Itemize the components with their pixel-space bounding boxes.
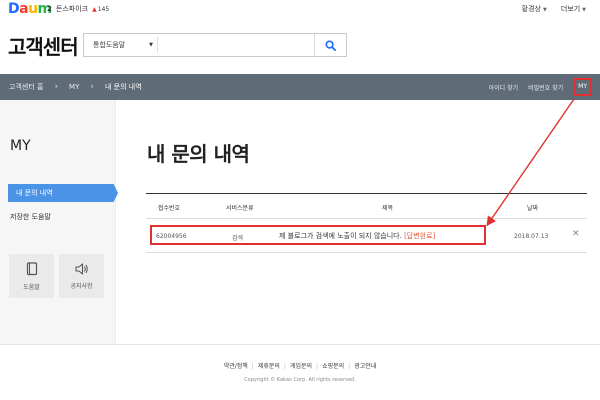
speaker-icon <box>74 262 88 275</box>
realtime-rank[interactable]: 2 돈스파이크 ▲145 <box>47 4 109 14</box>
sidebar: MY 내 문의 내역 저장한 도움말 도움말 공지사항 <box>0 100 118 344</box>
footer-link-shopping[interactable]: 쇼핑문의 <box>322 363 344 370</box>
more-label: 더보기 <box>560 5 581 13</box>
footer-link-game[interactable]: 게임문의 <box>290 363 312 370</box>
delete-icon[interactable]: ✕ <box>572 229 580 239</box>
notice-card-label: 공지사항 <box>70 282 93 290</box>
profile-name: 황경상 <box>521 5 541 13</box>
inquiry-title-text: 제 블로그가 검색에 노출이 되지 않습니다. <box>279 232 402 240</box>
search-scope-select[interactable]: 통합도움말 ▼ <box>84 34 157 56</box>
logo-letter: a <box>19 1 29 17</box>
rank-keyword: 돈스파이크 <box>55 5 89 13</box>
rank-change: 145 <box>97 6 110 13</box>
inquiry-service: 검색 <box>232 235 244 242</box>
footer-links: 약관/정책 | 제휴문의 | 게임문의 | 쇼핑문의 | 광고안내 <box>223 363 377 370</box>
my-link[interactable]: MY <box>573 78 592 96</box>
rank-up-icon: ▲ <box>92 6 97 13</box>
chevron-down-icon: ▼ <box>149 42 153 48</box>
help-card[interactable]: 도움말 <box>9 254 54 298</box>
top-right-menu: 황경상 ▼ 더보기 ▼ <box>522 4 586 14</box>
find-password-link[interactable]: 비밀번호 찾기 <box>528 83 563 92</box>
book-icon <box>26 261 37 275</box>
more-menu[interactable]: 더보기 ▼ <box>561 4 586 14</box>
search-button[interactable] <box>314 34 346 56</box>
breadcrumb: 고객센터 홈 › MY › 내 문의 내역 <box>9 74 142 100</box>
daum-logo[interactable]: Daum <box>8 1 52 17</box>
breadcrumb-current: 내 문의 내역 <box>104 83 142 91</box>
logo-letter: u <box>28 1 38 17</box>
column-header: 날짜 <box>527 205 539 212</box>
nav-bar: 고객센터 홈 › MY › 내 문의 내역 아이디 찾기 비밀번호 찾기 MY <box>0 74 600 100</box>
inquiry-status: [답변완료] <box>404 232 436 240</box>
profile-menu[interactable]: 황경상 ▼ <box>522 4 547 14</box>
table-header: 접수번호 서비스분류 제목 날짜 <box>146 193 587 219</box>
inquiry-id: 62004956 <box>156 233 187 240</box>
notice-card[interactable]: 공지사항 <box>59 254 104 298</box>
inquiry-table: 접수번호 서비스분류 제목 날짜 62004956 검색 제 블로그가 검색에 … <box>146 193 587 253</box>
find-id-link[interactable]: 아이디 찾기 <box>489 83 519 92</box>
chevron-right-icon: › <box>90 82 94 92</box>
chevron-down-icon: ▼ <box>542 7 547 13</box>
chevron-down-icon: ▼ <box>582 7 586 13</box>
sidebar-item-my-inquiries[interactable]: 내 문의 내역 <box>8 184 118 202</box>
footer-link-ads[interactable]: 광고안내 <box>354 363 376 370</box>
search-icon <box>325 39 336 51</box>
header: 고객센터 통합도움말 ▼ <box>0 22 600 72</box>
logo-letter: D <box>8 1 20 17</box>
breadcrumb-home[interactable]: 고객센터 홈 <box>9 82 43 92</box>
page-title: 내 문의 내역 <box>147 142 250 166</box>
copyright: Copyright © Kakao Corp. All rights reser… <box>244 377 356 383</box>
table-row[interactable]: 62004956 검색 제 블로그가 검색에 노출이 되지 않습니다. [답변완… <box>146 219 587 253</box>
column-header: 접수번호 <box>158 205 181 212</box>
sidebar-title: MY <box>10 138 31 154</box>
footer-link-terms[interactable]: 약관/정책 <box>224 363 248 370</box>
sidebar-item-saved-help[interactable]: 저장한 도움말 <box>10 212 51 222</box>
column-header: 제목 <box>382 205 394 212</box>
nav-links: 아이디 찾기 비밀번호 찾기 MY <box>489 74 592 100</box>
site-title[interactable]: 고객센터 <box>8 31 79 60</box>
breadcrumb-my[interactable]: MY <box>69 83 79 91</box>
chevron-right-icon: › <box>54 82 59 92</box>
search-scope-label: 통합도움말 <box>93 41 126 49</box>
rank-number: 2 <box>47 5 52 13</box>
search-input[interactable] <box>157 37 314 53</box>
footer: 약관/정책 | 제휴문의 | 게임문의 | 쇼핑문의 | 광고안내 Copyright © Ka… <box>0 344 600 400</box>
inquiry-date: 2018.07.13 <box>514 233 549 240</box>
help-card-label: 도움말 <box>23 283 40 291</box>
inquiry-title[interactable]: 제 블로그가 검색에 노출이 되지 않습니다. [답변완료] <box>279 231 435 241</box>
search-box: 통합도움말 ▼ <box>83 33 347 57</box>
footer-link-partnership[interactable]: 제휴문의 <box>258 363 280 370</box>
column-header: 서비스분류 <box>226 205 254 212</box>
top-bar: Daum 2 돈스파이크 ▲145 황경상 ▼ 더보기 ▼ <box>0 0 600 20</box>
